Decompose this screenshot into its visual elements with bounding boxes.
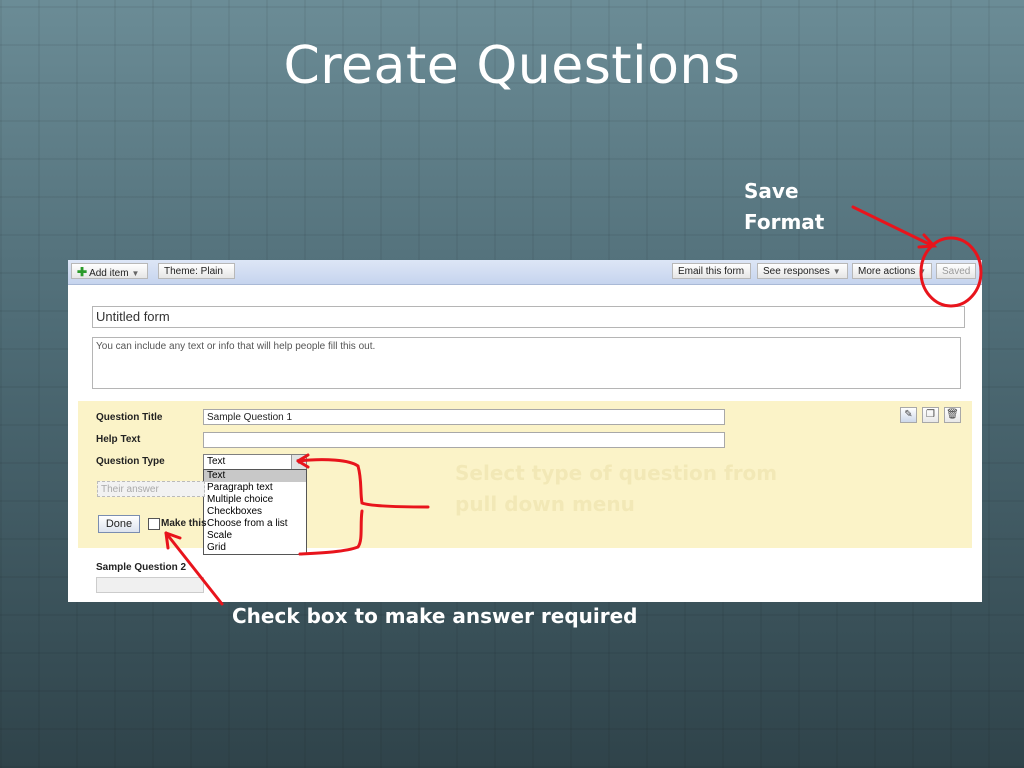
saved-button[interactable]: Saved	[936, 263, 976, 279]
help-text-input[interactable]	[203, 432, 725, 448]
question-title-input[interactable]: Sample Question 1	[203, 409, 725, 425]
option-scale[interactable]: Scale	[204, 530, 306, 542]
add-item-button[interactable]: ✚ Add item ▼	[71, 263, 148, 279]
trash-icon[interactable]: 🗑	[944, 407, 961, 423]
option-grid[interactable]: Grid	[204, 542, 306, 554]
select-note-line1: Select type of question from	[455, 461, 778, 485]
select-note-line2: pull down menu	[455, 492, 635, 516]
save-note-line1: Save	[744, 179, 799, 203]
question-type-label: Question Type	[96, 456, 165, 467]
more-actions-button[interactable]: More actions ▼	[852, 263, 932, 279]
email-form-button[interactable]: Email this form	[672, 263, 751, 279]
chevron-down-icon: ▼	[918, 267, 927, 276]
option-paragraph-text[interactable]: Paragraph text	[204, 482, 306, 494]
see-responses-button[interactable]: See responses ▼	[757, 263, 848, 279]
form-description-input[interactable]: You can include any text or info that wi…	[92, 337, 961, 389]
save-arrow-head	[917, 233, 938, 249]
done-button[interactable]: Done	[98, 515, 140, 533]
form-title-input[interactable]: Untitled form	[92, 306, 965, 328]
option-checkboxes[interactable]: Checkboxes	[204, 506, 306, 518]
question-title-label: Question Title	[96, 412, 163, 423]
chevron-down-icon: ▼	[131, 269, 140, 278]
checkbox-note: Check box to make answer required	[232, 604, 638, 628]
save-note-line2: Format	[744, 210, 825, 234]
option-text[interactable]: Text	[204, 470, 306, 482]
option-choose-from-list[interactable]: Choose from a list	[204, 518, 306, 530]
duplicate-icon[interactable]: ❐	[922, 407, 939, 423]
plus-icon: ✚	[77, 265, 88, 279]
question-type-value: Text	[207, 456, 226, 467]
theme-label: Theme: Plain	[164, 266, 223, 277]
theme-button[interactable]: Theme: Plain	[158, 263, 235, 279]
save-format-note: Save Format	[744, 176, 824, 238]
option-multiple-choice[interactable]: Multiple choice	[204, 494, 306, 506]
question-type-dropdown: Text Paragraph text Multiple choice Chec…	[203, 469, 307, 555]
more-actions-label: More actions	[858, 266, 916, 277]
chevron-down-icon: ▼	[832, 267, 841, 276]
required-label: Make this	[161, 518, 207, 529]
add-item-label: Add item	[89, 268, 129, 279]
chevron-down-icon[interactable]: ▼	[291, 455, 306, 469]
help-text-label: Help Text	[96, 434, 141, 445]
saved-label: Saved	[942, 266, 971, 277]
question-2-title: Sample Question 2	[96, 562, 187, 573]
form-toolbar: ✚ Add item ▼ Theme: Plain Email this form …	[68, 260, 982, 285]
save-arrow-line	[851, 205, 935, 248]
question-type-select[interactable]: Text ▼	[203, 454, 307, 470]
question-2-answer-preview	[96, 577, 204, 593]
form-editor-window: ✚ Add item ▼ Theme: Plain Email this form …	[68, 260, 982, 602]
select-type-note: Select type of question from pull down m…	[455, 458, 777, 520]
pencil-icon[interactable]: ✎	[900, 407, 917, 423]
slide-title: Create Questions	[283, 36, 741, 96]
email-form-label: Email this form	[678, 266, 745, 277]
required-checkbox[interactable]	[148, 518, 160, 530]
see-responses-label: See responses	[763, 266, 830, 277]
answer-preview: Their answer	[97, 481, 205, 497]
